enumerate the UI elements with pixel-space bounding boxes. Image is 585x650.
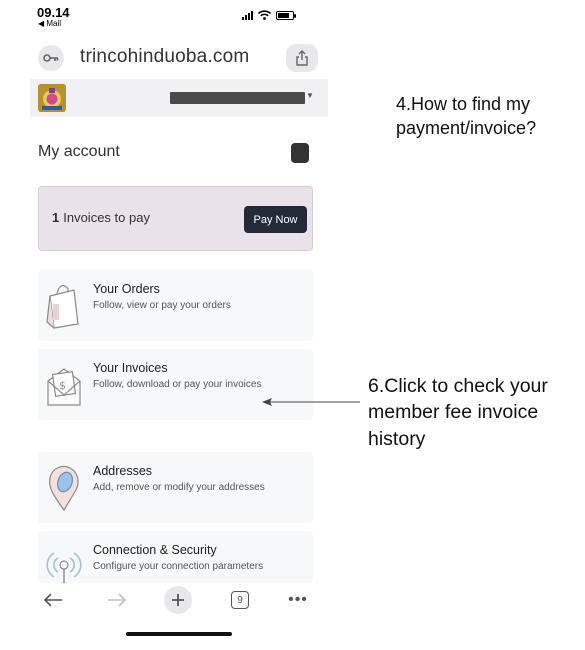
back-arrow-icon[interactable] [40, 587, 66, 613]
menu-card-desc: Add, remove or modify your addresses [93, 482, 265, 493]
map-pin-icon [49, 465, 79, 512]
menu-card-desc: Follow, view or pay your orders [93, 300, 231, 311]
invoices-label: Invoices to pay [63, 210, 150, 225]
menu-card-desc: Follow, download or pay your invoices [93, 379, 262, 390]
chevron-down-icon[interactable]: ▼ [306, 91, 314, 100]
more-options-icon[interactable]: ••• [286, 587, 310, 613]
svg-text:$: $ [59, 379, 66, 392]
site-logo[interactable] [38, 84, 66, 112]
share-icon[interactable] [286, 44, 318, 72]
home-indicator [126, 632, 232, 636]
page-title: My account [38, 143, 120, 160]
pay-now-button[interactable]: Pay Now [244, 206, 307, 233]
status-icons [242, 10, 296, 20]
menu-card-title: Connection & Security [93, 543, 217, 557]
tabs-count: 9 [231, 591, 249, 609]
menu-card-title: Your Orders [93, 282, 160, 296]
invoices-to-pay-text: 1 Invoices to pay [52, 210, 150, 225]
menu-card-title: Your Invoices [93, 361, 168, 375]
battery-icon [276, 10, 296, 20]
annotation-step-6: 6.Click to check your member fee invoice… [368, 375, 548, 450]
new-tab-plus-icon[interactable] [164, 586, 192, 614]
menu-card-desc: Configure your connection parameters [93, 561, 264, 572]
antenna-icon [46, 552, 82, 583]
signal-icon [242, 10, 253, 20]
url-bar[interactable]: trincohinduoba.com [30, 37, 328, 77]
back-to-mail[interactable]: ◀ Mail [38, 19, 61, 28]
site-header: ▼ [30, 79, 328, 117]
invoices-count: 1 [52, 210, 60, 225]
invoices-to-pay-banner: 1 Invoices to pay Pay Now [38, 186, 313, 251]
browser-toolbar: 9 ••• [30, 583, 328, 617]
tabs-count-button[interactable]: 9 [230, 587, 250, 613]
menu-card-addresses[interactable]: Addresses Add, remove or modify your add… [38, 452, 313, 523]
annotation-step-4: 4.How to find my payment/invoice? [396, 94, 537, 139]
status-time: 09.14 [37, 5, 70, 20]
forward-arrow-icon[interactable] [104, 587, 130, 613]
invoice-envelope-icon: $ [47, 368, 81, 406]
user-name-redacted[interactable] [170, 92, 305, 104]
account-avatar[interactable] [291, 143, 309, 163]
key-icon[interactable] [38, 45, 64, 71]
menu-card-security[interactable]: Connection & Security Configure your con… [38, 531, 313, 583]
annotation-arrow-icon [262, 398, 360, 406]
menu-card-orders[interactable]: Your Orders Follow, view or pay your ord… [38, 270, 313, 341]
url-text[interactable]: trincohinduoba.com [80, 46, 249, 68]
menu-card-invoices[interactable]: $ Your Invoices Follow, download or pay … [38, 349, 313, 420]
shopping-bag-icon [46, 285, 79, 329]
wifi-icon [258, 10, 271, 20]
menu-card-title: Addresses [93, 464, 153, 478]
